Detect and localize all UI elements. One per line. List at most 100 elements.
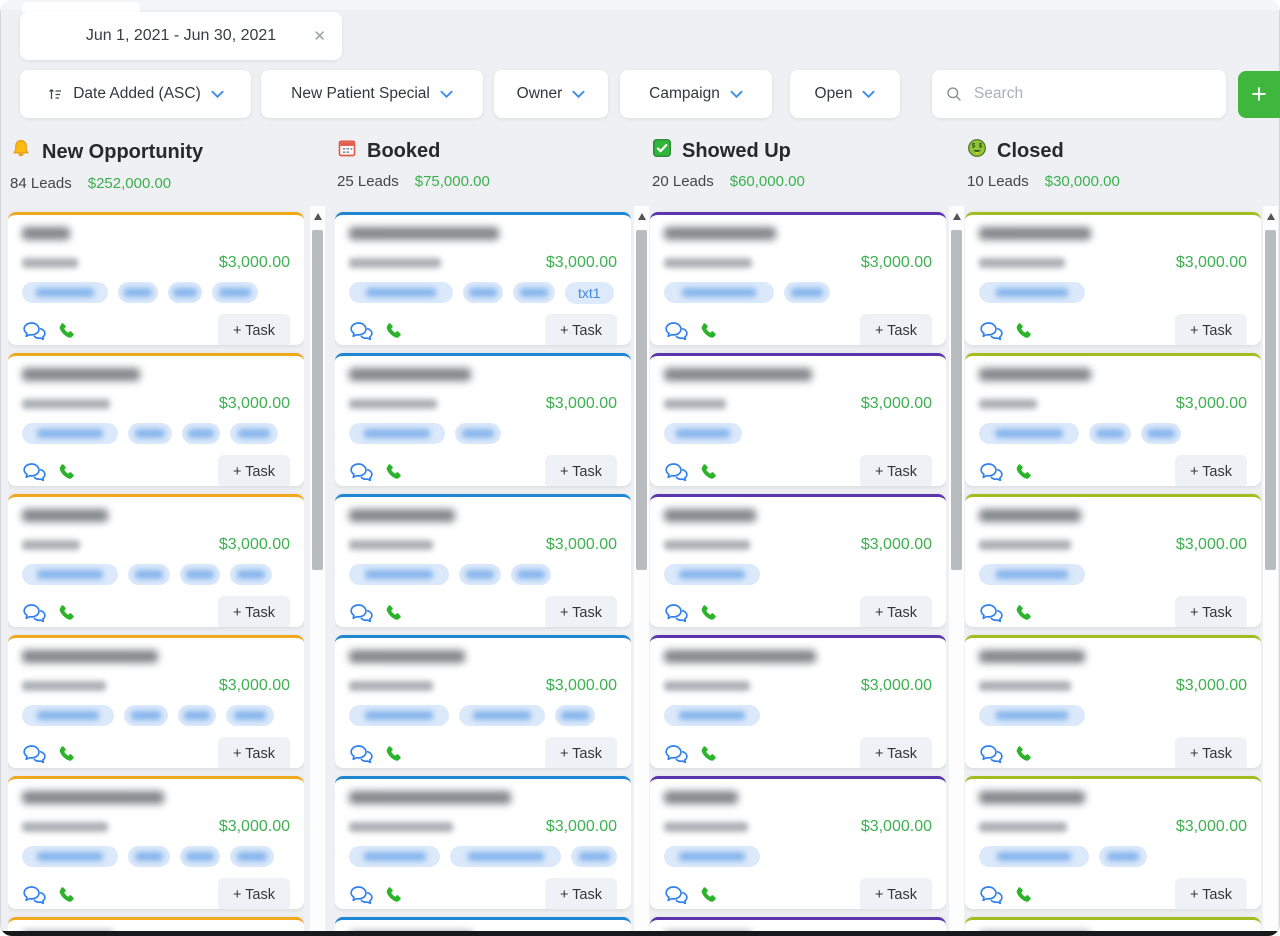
- chat-icon[interactable]: [664, 603, 689, 624]
- lead-card[interactable]: $3,000.00+ Task: [650, 353, 946, 486]
- chat-icon[interactable]: [979, 744, 1004, 765]
- phone-icon[interactable]: [698, 321, 719, 342]
- lead-card[interactable]: $3,000.00+ Task: [8, 635, 304, 768]
- phone-icon[interactable]: [1013, 462, 1034, 483]
- phone-icon[interactable]: [698, 603, 719, 624]
- lead-card[interactable]: $3,000.00+ Task: [650, 776, 946, 909]
- phone-icon[interactable]: [698, 462, 719, 483]
- close-icon[interactable]: ✕: [313, 27, 326, 45]
- scroll-up-arrow-icon[interactable]: [1267, 213, 1275, 220]
- add-task-button[interactable]: + Task: [218, 596, 290, 627]
- add-lead-button[interactable]: +: [1238, 71, 1280, 118]
- phone-icon[interactable]: [383, 744, 404, 765]
- lead-card[interactable]: $3,000.00+ Task: [8, 776, 304, 909]
- chat-icon[interactable]: [349, 603, 374, 624]
- phone-icon[interactable]: [56, 321, 77, 342]
- lead-card[interactable]: $3,000.00+ Task: [650, 635, 946, 768]
- chat-icon[interactable]: [664, 885, 689, 906]
- lead-card[interactable]: $3,000.00+ Task: [650, 494, 946, 627]
- scrollbar-thumb[interactable]: [1265, 230, 1276, 570]
- add-task-button[interactable]: + Task: [218, 314, 290, 345]
- lead-card[interactable]: $3,000.00+ Task: [335, 776, 631, 909]
- add-task-button[interactable]: + Task: [545, 596, 617, 627]
- status-filter-dropdown[interactable]: Open: [790, 70, 900, 118]
- add-task-button[interactable]: + Task: [218, 737, 290, 768]
- chat-icon[interactable]: [979, 462, 1004, 483]
- phone-icon[interactable]: [56, 885, 77, 906]
- chat-icon[interactable]: [349, 885, 374, 906]
- lead-card[interactable]: $3,000.00+ Task: [8, 212, 304, 345]
- add-task-button[interactable]: + Task: [860, 455, 932, 486]
- lead-card[interactable]: $3,000.00+ Task: [8, 494, 304, 627]
- lead-card[interactable]: $3,000.00+ Task: [965, 212, 1261, 345]
- phone-icon[interactable]: [698, 885, 719, 906]
- add-task-button[interactable]: + Task: [1175, 314, 1247, 345]
- chat-icon[interactable]: [979, 321, 1004, 342]
- chat-icon[interactable]: [22, 744, 47, 765]
- scroll-up-arrow-icon[interactable]: [638, 213, 646, 220]
- column-scrollbar[interactable]: [1263, 206, 1278, 936]
- add-task-button[interactable]: + Task: [860, 314, 932, 345]
- scrollbar-thumb[interactable]: [312, 230, 323, 570]
- phone-icon[interactable]: [698, 744, 719, 765]
- chat-icon[interactable]: [979, 885, 1004, 906]
- add-task-button[interactable]: + Task: [1175, 596, 1247, 627]
- chat-icon[interactable]: [22, 885, 47, 906]
- phone-icon[interactable]: [383, 885, 404, 906]
- phone-icon[interactable]: [1013, 885, 1034, 906]
- campaign-filter-dropdown[interactable]: Campaign: [620, 70, 772, 118]
- add-task-button[interactable]: + Task: [545, 878, 617, 909]
- lead-card[interactable]: $3,000.00+ Task: [8, 353, 304, 486]
- scroll-up-arrow-icon[interactable]: [314, 213, 322, 220]
- chat-icon[interactable]: [664, 744, 689, 765]
- phone-icon[interactable]: [56, 603, 77, 624]
- add-task-button[interactable]: + Task: [860, 596, 932, 627]
- owner-filter-dropdown[interactable]: Owner: [494, 70, 608, 118]
- scroll-up-arrow-icon[interactable]: [953, 213, 961, 220]
- lead-card[interactable]: $3,000.00txt1+ Task: [335, 212, 631, 345]
- search-input[interactable]: [972, 84, 1212, 104]
- lead-card[interactable]: $3,000.00+ Task: [650, 212, 946, 345]
- lead-card[interactable]: $3,000.00+ Task: [335, 635, 631, 768]
- chat-icon[interactable]: [22, 321, 47, 342]
- chat-icon[interactable]: [349, 321, 374, 342]
- phone-icon[interactable]: [1013, 744, 1034, 765]
- add-task-button[interactable]: + Task: [545, 314, 617, 345]
- chat-icon[interactable]: [22, 603, 47, 624]
- add-task-button[interactable]: + Task: [1175, 878, 1247, 909]
- lead-card[interactable]: $3,000.00+ Task: [965, 635, 1261, 768]
- add-task-button[interactable]: + Task: [218, 878, 290, 909]
- chat-icon[interactable]: [349, 744, 374, 765]
- column-scrollbar[interactable]: [310, 206, 325, 936]
- add-task-button[interactable]: + Task: [860, 737, 932, 768]
- add-task-button[interactable]: + Task: [860, 878, 932, 909]
- chat-icon[interactable]: [22, 462, 47, 483]
- chat-icon[interactable]: [664, 321, 689, 342]
- lead-card[interactable]: $3,000.00+ Task: [965, 776, 1261, 909]
- lead-card[interactable]: $3,000.00+ Task: [965, 353, 1261, 486]
- add-task-button[interactable]: + Task: [218, 455, 290, 486]
- sort-dropdown[interactable]: Date Added (ASC): [20, 70, 251, 118]
- phone-icon[interactable]: [383, 603, 404, 624]
- lead-card[interactable]: $3,000.00+ Task: [335, 494, 631, 627]
- add-task-button[interactable]: + Task: [545, 737, 617, 768]
- add-task-button[interactable]: + Task: [1175, 455, 1247, 486]
- chat-icon[interactable]: [664, 462, 689, 483]
- pipeline-filter-dropdown[interactable]: New Patient Special: [261, 70, 483, 118]
- date-range-chip[interactable]: Jun 1, 2021 - Jun 30, 2021 ✕: [20, 12, 342, 60]
- column-scrollbar[interactable]: [634, 206, 649, 936]
- phone-icon[interactable]: [383, 321, 404, 342]
- lead-card[interactable]: $3,000.00+ Task: [965, 494, 1261, 627]
- scrollbar-thumb[interactable]: [951, 230, 962, 570]
- search-box[interactable]: [932, 70, 1226, 118]
- phone-icon[interactable]: [383, 462, 404, 483]
- lead-card[interactable]: $3,000.00+ Task: [335, 353, 631, 486]
- add-task-button[interactable]: + Task: [1175, 737, 1247, 768]
- add-task-button[interactable]: + Task: [545, 455, 617, 486]
- chat-icon[interactable]: [349, 462, 374, 483]
- chat-icon[interactable]: [979, 603, 1004, 624]
- phone-icon[interactable]: [56, 462, 77, 483]
- phone-icon[interactable]: [1013, 321, 1034, 342]
- column-scrollbar[interactable]: [949, 206, 964, 936]
- phone-icon[interactable]: [56, 744, 77, 765]
